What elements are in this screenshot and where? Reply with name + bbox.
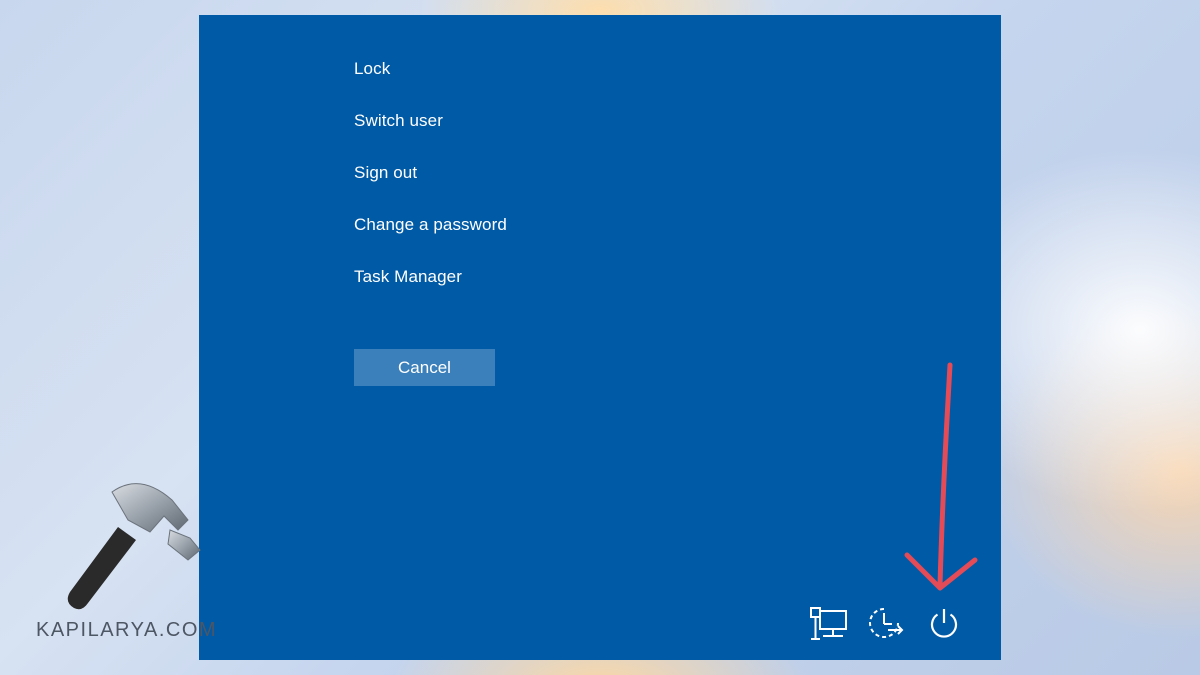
cancel-button[interactable]: Cancel <box>354 349 495 386</box>
network-icon[interactable] <box>809 603 849 643</box>
menu-item-task-manager[interactable]: Task Manager <box>354 265 507 317</box>
watermark-text: KAPILARYA.COM <box>36 619 218 641</box>
ctrl-alt-del-dialog: Lock Switch user Sign out Change a passw… <box>199 15 1001 660</box>
menu-item-change-password[interactable]: Change a password <box>354 213 507 265</box>
power-icon[interactable] <box>924 603 964 643</box>
menu-item-lock[interactable]: Lock <box>354 57 507 109</box>
hammer-icon <box>67 483 201 610</box>
security-options-menu: Lock Switch user Sign out Change a passw… <box>354 57 507 317</box>
accessibility-icon[interactable] <box>866 603 906 643</box>
menu-item-sign-out[interactable]: Sign out <box>354 161 507 213</box>
menu-item-switch-user[interactable]: Switch user <box>354 109 507 161</box>
